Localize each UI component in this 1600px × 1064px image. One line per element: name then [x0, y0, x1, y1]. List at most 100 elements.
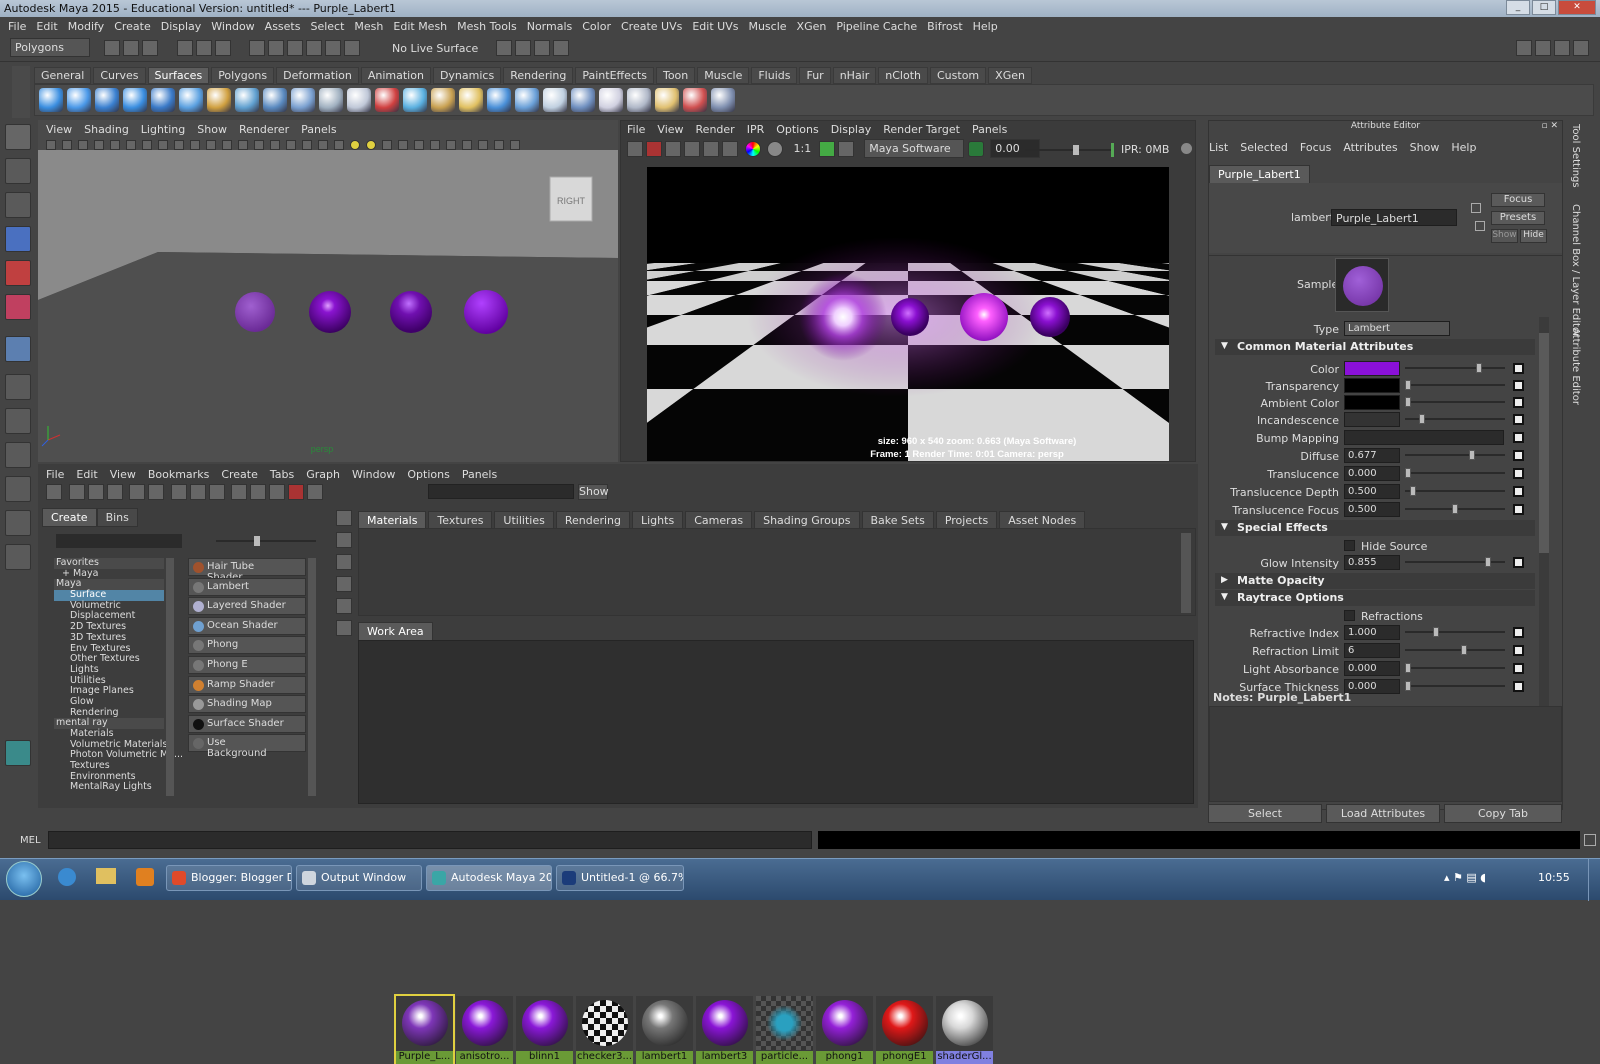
close-icon[interactable]: ✕	[1558, 0, 1596, 15]
graph-input-icon[interactable]	[148, 484, 164, 500]
rlimit-map-button-icon[interactable]	[1513, 645, 1524, 656]
transparency-swatch[interactable]	[1344, 378, 1400, 393]
snap-magnet-icon[interactable]	[344, 40, 360, 56]
render-menu-file[interactable]: File	[627, 123, 645, 136]
hypershade-search-input[interactable]	[428, 484, 574, 499]
shelf-tool-22-icon[interactable]	[627, 88, 651, 112]
ambient-map-button-icon[interactable]	[1513, 397, 1524, 408]
alpha-channel-icon[interactable]	[767, 141, 783, 157]
output-connection-icon[interactable]	[1475, 221, 1485, 231]
command-input[interactable]	[48, 831, 812, 849]
viewport-tool-7-icon[interactable]	[142, 140, 152, 150]
shelf-tool-18-icon[interactable]	[515, 88, 539, 112]
notes-field[interactable]	[1209, 706, 1562, 802]
shelf-tool-20-icon[interactable]	[571, 88, 595, 112]
region-icon[interactable]	[703, 141, 719, 157]
viewport-tool-5-icon[interactable]	[110, 140, 120, 150]
node-button-phong-e[interactable]: Phong E	[188, 655, 306, 674]
work-area-canvas[interactable]	[358, 640, 1194, 804]
view-bottom-icon[interactable]	[87, 484, 104, 500]
lasso-tool-icon[interactable]	[5, 158, 31, 184]
shelf-tab-rendering[interactable]: Rendering	[503, 67, 574, 84]
shelf-tool-4-icon[interactable]	[123, 88, 147, 112]
side-tool-1-icon[interactable]	[336, 510, 352, 526]
viewport-tool-12-icon[interactable]	[222, 140, 232, 150]
viewport-tool-20-icon[interactable]	[350, 140, 360, 150]
menu-color[interactable]: Color	[582, 20, 611, 33]
viewport-tool-24-icon[interactable]	[414, 140, 424, 150]
side-tool-3-icon[interactable]	[336, 554, 352, 570]
labs-slider-handle[interactable]	[1405, 663, 1411, 673]
layout-graph-icon[interactable]	[5, 510, 31, 536]
rgb-channels-icon[interactable]	[744, 141, 761, 157]
section-matte[interactable]: ▶ Matte Opacity	[1215, 573, 1535, 589]
show-button[interactable]: Show	[578, 484, 609, 500]
presets-button[interactable]: Presets	[1491, 211, 1545, 225]
menu-mesh[interactable]: Mesh	[354, 20, 383, 33]
node-name-field[interactable]: Purple_Labert1	[1331, 209, 1457, 226]
material-swatch-anisotro[interactable]: anisotro...	[456, 996, 513, 1064]
next-graph-icon[interactable]	[250, 484, 266, 500]
material-swatch-lambert1[interactable]: lambert1	[636, 996, 693, 1064]
save-scene-icon[interactable]	[142, 40, 158, 56]
refresh-icon[interactable]	[684, 141, 700, 157]
menu-xgen[interactable]: XGen	[797, 20, 827, 33]
menu-edit-uvs[interactable]: Edit UVs	[692, 20, 738, 33]
incand-slider-handle[interactable]	[1419, 414, 1426, 424]
viewport-tool-10-icon[interactable]	[190, 140, 200, 150]
shelf-tool-5-icon[interactable]	[151, 88, 175, 112]
copy-tab-button[interactable]: Copy Tab	[1444, 804, 1562, 823]
shelf-tab-toon[interactable]: Toon	[655, 67, 696, 84]
transl-slider[interactable]	[1405, 468, 1505, 478]
side-tool-2-icon[interactable]	[336, 532, 352, 548]
show-desktop-button[interactable]	[1588, 859, 1600, 901]
refractions-checkbox[interactable]	[1344, 610, 1355, 621]
menu-modify[interactable]: Modify	[68, 20, 104, 33]
menu-edit-mesh[interactable]: Edit Mesh	[393, 20, 447, 33]
new-scene-icon[interactable]	[104, 40, 120, 56]
renderer-dropdown[interactable]: Maya Software	[864, 139, 965, 158]
viewport-scene[interactable]: RIGHT persp	[38, 150, 618, 462]
glow-map-button-icon[interactable]	[1513, 557, 1524, 568]
menu-mesh-tools[interactable]: Mesh Tools	[457, 20, 517, 33]
viewport-tool-27-icon[interactable]	[462, 140, 472, 150]
menu-normals[interactable]: Normals	[527, 20, 573, 33]
sphere-phong[interactable]	[464, 290, 508, 334]
viewport-tool-15-icon[interactable]	[270, 140, 280, 150]
shelf-tool-1-icon[interactable]	[39, 88, 63, 112]
shelf-tab-fur[interactable]: Fur	[799, 67, 831, 84]
time-slider[interactable]	[1025, 145, 1111, 155]
ae-menu-list[interactable]: List	[1209, 141, 1228, 154]
shelf-tab-curves[interactable]: Curves	[93, 67, 146, 84]
material-swatch-phonge1[interactable]: phongE1	[876, 996, 933, 1064]
color-slider[interactable]	[1405, 363, 1505, 373]
transl-slider-handle[interactable]	[1405, 468, 1411, 478]
viewport-tool-1-icon[interactable]	[46, 140, 56, 150]
viewport-tool-3-icon[interactable]	[78, 140, 88, 150]
tree-item-3d-textures[interactable]: 3D Textures	[54, 632, 164, 644]
render-menu-options[interactable]: Options	[776, 123, 818, 136]
render-menu-view[interactable]: View	[657, 123, 683, 136]
keep-image-icon[interactable]	[818, 141, 835, 157]
settings-icon[interactable]	[307, 484, 323, 500]
hypershade-menu-edit[interactable]: Edit	[76, 468, 97, 481]
node-button-ocean-shader[interactable]: Ocean Shader	[188, 616, 306, 635]
menu-bifrost[interactable]: Bifrost	[927, 20, 963, 33]
diffuse-slider-handle[interactable]	[1468, 450, 1475, 460]
graph-output-icon[interactable]	[170, 484, 187, 500]
type-dropdown[interactable]: Lambert	[1344, 321, 1450, 336]
tab-create[interactable]: Create	[42, 508, 97, 527]
shelf-tool-21-icon[interactable]	[599, 88, 623, 112]
viewport-tool-14-icon[interactable]	[254, 140, 264, 150]
viewport-menu-renderer[interactable]: Renderer	[239, 123, 289, 136]
ipr-render-icon[interactable]	[515, 40, 531, 56]
material-swatch-shadergl[interactable]: shaderGl...	[936, 996, 993, 1064]
diffuse-field[interactable]: 0.677	[1344, 448, 1400, 463]
scale-tool-icon[interactable]	[5, 294, 31, 320]
viewport-tool-21-icon[interactable]	[366, 140, 376, 150]
hypershade-menu-file[interactable]: File	[46, 468, 64, 481]
swatch-icon[interactable]	[269, 484, 285, 500]
tab-attribute-editor[interactable]: Attribute Editor	[1570, 328, 1581, 405]
clear-graph-icon[interactable]	[208, 484, 225, 500]
menu-select[interactable]: Select	[310, 20, 344, 33]
